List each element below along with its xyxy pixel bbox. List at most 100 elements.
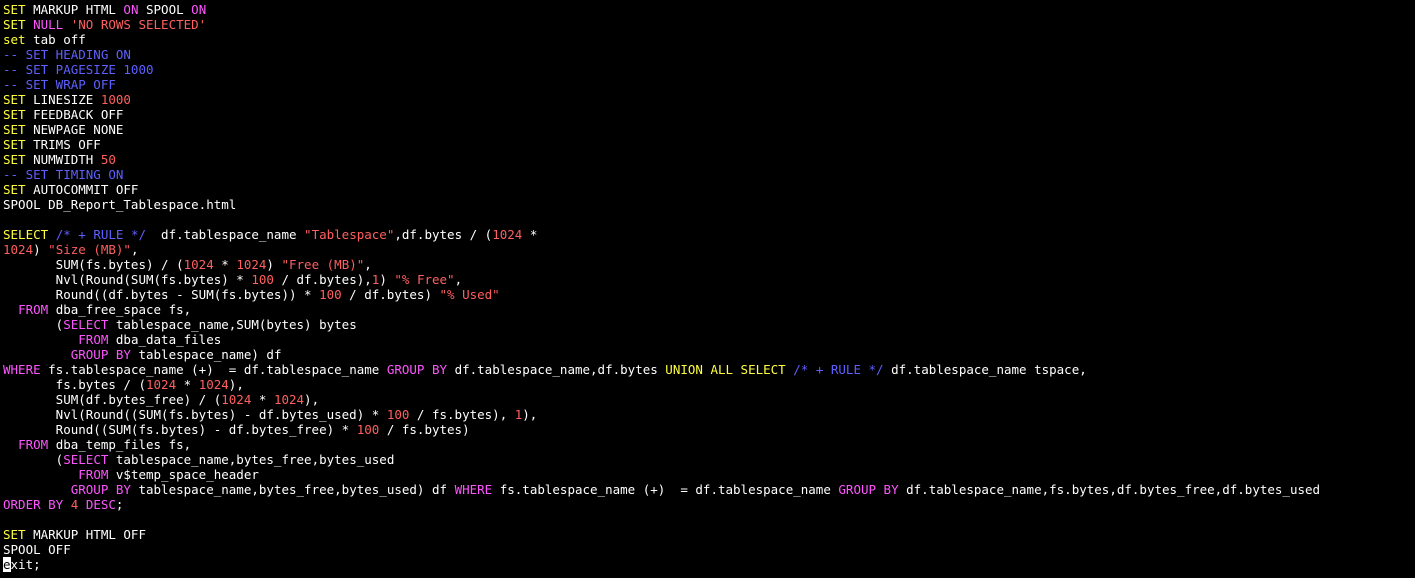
comment-text: /* + RULE */ bbox=[793, 362, 884, 377]
code-text: ), bbox=[522, 407, 538, 422]
code-line-5[interactable]: -- SET PAGESIZE 1000 bbox=[3, 62, 1415, 77]
sql-keyword-token: ON bbox=[191, 2, 207, 17]
number-literal: 1024 bbox=[3, 242, 34, 257]
code-text: / df.bytes), bbox=[273, 272, 372, 287]
code-line-29[interactable]: Round((SUM(fs.bytes) - df.bytes_free) * … bbox=[3, 422, 1415, 437]
code-line-19[interactable]: Nvl(Round(SUM(fs.bytes) * 100 / df.bytes… bbox=[3, 272, 1415, 287]
string-literal: "% Free" bbox=[394, 272, 455, 287]
code-line-38[interactable]: exit; bbox=[3, 557, 1415, 572]
code-text: fs.tablespace_name (+) = df.tablespace_n… bbox=[492, 482, 839, 497]
code-text: ) bbox=[33, 242, 49, 257]
code-line-11[interactable]: SET NUMWIDTH 50 bbox=[3, 152, 1415, 167]
code-text: , bbox=[454, 272, 463, 287]
code-line-4[interactable]: -- SET HEADING ON bbox=[3, 47, 1415, 62]
code-line-28[interactable]: Nvl(Round((SUM(fs.bytes) - df.bytes_used… bbox=[3, 407, 1415, 422]
code-line-13[interactable]: SET AUTOCOMMIT OFF bbox=[3, 182, 1415, 197]
code-line-20[interactable]: Round((df.bytes - SUM(fs.bytes)) * 100 /… bbox=[3, 287, 1415, 302]
code-text: NEWPAGE NONE bbox=[25, 122, 124, 137]
code-text: * bbox=[251, 392, 274, 407]
code-line-31[interactable]: (SELECT tablespace_name,bytes_free,bytes… bbox=[3, 452, 1415, 467]
code-line-16[interactable]: SELECT /* + RULE */ df.tablespace_name "… bbox=[3, 227, 1415, 242]
code-line-23[interactable]: FROM dba_data_files bbox=[3, 332, 1415, 347]
comment-text: -- SET PAGESIZE 1000 bbox=[3, 62, 154, 77]
code-line-26[interactable]: fs.bytes / (1024 * 1024), bbox=[3, 377, 1415, 392]
code-text: ( bbox=[3, 452, 64, 467]
sql-keyword-token: WHERE bbox=[454, 482, 493, 497]
code-text: SUM(fs.bytes) / ( bbox=[3, 257, 184, 272]
code-text: tablespace_name,bytes_free,bytes_used bbox=[108, 452, 395, 467]
text-cursor: e bbox=[3, 557, 11, 572]
code-line-32[interactable]: FROM v$temp_space_header bbox=[3, 467, 1415, 482]
comment-text: -- SET HEADING ON bbox=[3, 47, 131, 62]
code-line-18[interactable]: SUM(fs.bytes) / (1024 * 1024) "Free (MB)… bbox=[3, 257, 1415, 272]
code-text: tab off bbox=[25, 32, 86, 47]
code-line-7[interactable]: SET LINESIZE 1000 bbox=[3, 92, 1415, 107]
number-literal: 50 bbox=[100, 152, 116, 167]
code-line-2[interactable]: SET NULL 'NO ROWS SELECTED' bbox=[3, 17, 1415, 32]
code-text: df.tablespace_name,df.bytes bbox=[447, 362, 666, 377]
keyword-token: SET bbox=[3, 92, 26, 107]
code-line-34[interactable]: ORDER BY 4 DESC; bbox=[3, 497, 1415, 512]
code-line-14[interactable]: SPOOL DB_Report_Tablespace.html bbox=[3, 197, 1415, 212]
keyword-token: SET bbox=[3, 527, 26, 542]
keyword-token: set bbox=[3, 32, 26, 47]
code-line-10[interactable]: SET TRIMS OFF bbox=[3, 137, 1415, 152]
code-text: ,df.bytes / ( bbox=[394, 227, 493, 242]
code-line-17[interactable]: 1024) "Size (MB)", bbox=[3, 242, 1415, 257]
number-literal: 1000 bbox=[100, 92, 131, 107]
code-line-12[interactable]: -- SET TIMING ON bbox=[3, 167, 1415, 182]
string-literal: "% Used" bbox=[439, 287, 500, 302]
code-line-36[interactable]: SET MARKUP HTML OFF bbox=[3, 527, 1415, 542]
code-text: v$temp_space_header bbox=[108, 467, 259, 482]
code-line-33[interactable]: GROUP BY tablespace_name,bytes_free,byte… bbox=[3, 482, 1415, 497]
code-line-27[interactable]: SUM(df.bytes_free) / (1024 * 1024), bbox=[3, 392, 1415, 407]
code-text: ) bbox=[266, 257, 282, 272]
code-line-6[interactable]: -- SET WRAP OFF bbox=[3, 77, 1415, 92]
comment-text: /* + RULE */ bbox=[55, 227, 146, 242]
code-text: * bbox=[176, 377, 199, 392]
number-literal: 1024 bbox=[198, 377, 229, 392]
code-text: fs.tablespace_name (+) = df.tablespace_n… bbox=[40, 362, 387, 377]
sql-keyword-token: GROUP BY bbox=[386, 362, 448, 377]
code-text: TRIMS OFF bbox=[25, 137, 101, 152]
code-text: MARKUP HTML OFF bbox=[25, 527, 146, 542]
code-text: AUTOCOMMIT OFF bbox=[25, 182, 139, 197]
code-line-9[interactable]: SET NEWPAGE NONE bbox=[3, 122, 1415, 137]
sql-keyword-token: FROM bbox=[78, 332, 109, 347]
sql-keyword-token: GROUP BY bbox=[70, 482, 131, 497]
code-line-21[interactable]: FROM dba_free_space fs, bbox=[3, 302, 1415, 317]
code-text: df.tablespace_name bbox=[146, 227, 305, 242]
code-text: * bbox=[213, 257, 237, 272]
comment-text: -- SET TIMING ON bbox=[3, 167, 124, 182]
number-literal: 1024 bbox=[146, 377, 177, 392]
code-line-1[interactable]: SET MARKUP HTML ON SPOOL ON bbox=[3, 2, 1415, 17]
code-line-35[interactable] bbox=[3, 512, 1415, 527]
number-literal: 1024 bbox=[273, 392, 305, 407]
code-line-22[interactable]: (SELECT tablespace_name,SUM(bytes) bytes bbox=[3, 317, 1415, 332]
keyword-token: SET bbox=[3, 122, 26, 137]
code-text: tablespace_name) df bbox=[130, 347, 282, 362]
code-text: NUMWIDTH bbox=[25, 152, 101, 167]
code-text: ( bbox=[3, 317, 64, 332]
terminal-editor[interactable]: SET MARKUP HTML ON SPOOL ON SET NULL 'NO … bbox=[0, 0, 1415, 578]
code-line-37[interactable]: SPOOL OFF bbox=[3, 542, 1415, 557]
string-literal: 'NO ROWS SELECTED' bbox=[70, 17, 207, 32]
code-line-24[interactable]: GROUP BY tablespace_name) df bbox=[3, 347, 1415, 362]
code-text: df.tablespace_name tspace, bbox=[883, 362, 1087, 377]
sql-keyword-token: SELECT bbox=[63, 452, 109, 467]
sql-keyword-token: WHERE bbox=[3, 362, 41, 377]
string-literal: "Free (MB)" bbox=[281, 257, 365, 272]
code-line-25[interactable]: WHERE fs.tablespace_name (+) = df.tables… bbox=[3, 362, 1415, 377]
code-line-15[interactable] bbox=[3, 212, 1415, 227]
code-line-30[interactable]: FROM dba_temp_files fs, bbox=[3, 437, 1415, 452]
code-line-3[interactable]: set tab off bbox=[3, 32, 1415, 47]
string-literal: "Tablespace" bbox=[304, 227, 395, 242]
sql-keyword-token: SELECT bbox=[63, 317, 109, 332]
keyword-token: SET bbox=[3, 152, 26, 167]
code-line-8[interactable]: SET FEEDBACK OFF bbox=[3, 107, 1415, 122]
